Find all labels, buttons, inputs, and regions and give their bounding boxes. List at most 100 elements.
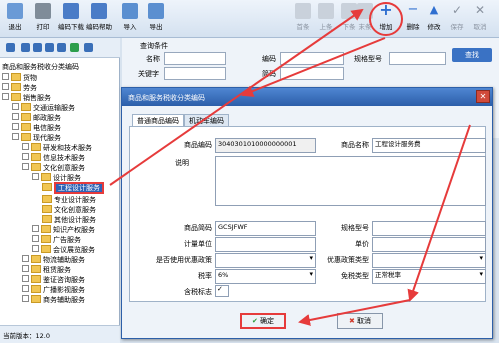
edit-icon: ▲	[429, 3, 439, 16]
save-icon: ✓	[451, 3, 463, 17]
cancel-icon: ✕	[474, 3, 486, 17]
first-icon	[295, 3, 311, 19]
folder-icon	[42, 195, 52, 203]
download-icon	[63, 3, 79, 19]
query-shortcode-input[interactable]	[280, 67, 344, 80]
tree-item-label: 商务辅助服务	[43, 296, 85, 304]
first-label: 首条	[296, 23, 310, 31]
exempt-type-label: 免税类型	[341, 272, 369, 280]
form-area: 商品编码 3040301010000000001 商品名称 工程设计服务费 说明…	[129, 126, 486, 302]
tree-item[interactable]: 电信服务	[12, 123, 61, 133]
tree-item-label: 研发和技术服务	[43, 144, 92, 152]
tree-item[interactable]: 研发和技术服务	[22, 143, 92, 153]
tree-down-icon[interactable]	[57, 43, 66, 52]
exempt-type-select[interactable]: 正常税率	[372, 269, 486, 284]
tree-item[interactable]: 交通运输服务	[12, 103, 75, 113]
spec-label: 规格型号	[341, 224, 369, 232]
preferential-label: 是否使用优惠政策	[156, 256, 212, 264]
tree-item-label: 鉴证咨询服务	[43, 276, 85, 284]
tree-item[interactable]: 鉴证咨询服务	[22, 275, 85, 285]
folder-icon	[31, 143, 41, 151]
preferential-select[interactable]	[215, 253, 316, 268]
spec-field[interactable]	[372, 221, 486, 236]
code-download-label: 编码下载	[58, 23, 84, 31]
check-icon: ✔	[251, 317, 258, 325]
export-button[interactable]: 导出	[143, 3, 169, 31]
cancel-toolbar-label: 取消	[473, 23, 487, 31]
tree-item-label: 租赁服务	[43, 266, 71, 274]
preferential-type-select[interactable]	[372, 253, 486, 268]
code-help-button[interactable]: 编码帮助	[86, 3, 112, 31]
tree-item-label: 工程设计服务	[54, 182, 104, 194]
folder-icon	[31, 265, 41, 273]
tree-item[interactable]: 邮政服务	[12, 113, 61, 123]
print-button[interactable]: 打印	[30, 3, 56, 31]
tree-item[interactable]: 现代服务	[12, 133, 61, 143]
folder-icon	[11, 73, 21, 81]
tree-find-icon[interactable]	[84, 43, 93, 52]
search-button[interactable]: 查找	[452, 48, 492, 62]
exit-button[interactable]: 退出	[2, 3, 28, 31]
folder-icon	[21, 103, 31, 111]
shortcode-field[interactable]: GCSJFWF	[215, 221, 316, 236]
description-field[interactable]	[215, 156, 486, 206]
preferential-type-label: 优惠政策类型	[327, 256, 369, 264]
goods-name-field[interactable]: 工程设计服务费	[372, 138, 486, 153]
tax-rate-select[interactable]: 6%	[215, 269, 316, 284]
cancel-button[interactable]: ✖ 取消	[337, 313, 383, 329]
unit-field[interactable]	[215, 237, 316, 252]
tree-item[interactable]: 广播影视服务	[22, 285, 85, 295]
tree-item[interactable]: 商务辅助服务	[22, 295, 85, 305]
folder-icon	[11, 93, 21, 101]
query-code-input[interactable]	[280, 52, 344, 65]
help-icon	[91, 3, 107, 19]
query-title: 查询条件	[140, 42, 168, 50]
close-icon[interactable]: ✕	[476, 90, 490, 103]
tree-up-icon[interactable]	[45, 43, 54, 52]
tree-item-label: 广播影视服务	[43, 286, 85, 294]
edit-label: 修改	[427, 23, 441, 31]
tree-add-icon[interactable]	[21, 43, 30, 52]
tree-refresh-icon[interactable]	[70, 43, 79, 52]
keyword-label: 关键字	[138, 70, 159, 78]
description-label: 说明	[175, 159, 189, 167]
folder-icon	[42, 183, 52, 191]
tree-item-label: 其他设计服务	[54, 216, 96, 224]
query-name-input[interactable]	[164, 52, 226, 65]
folder-icon	[41, 235, 51, 243]
prev-label: 上条	[319, 23, 333, 31]
tree-menu-icon[interactable]	[6, 43, 15, 52]
tree-item[interactable]: 会议展览服务	[32, 245, 95, 255]
price-field[interactable]	[372, 237, 486, 252]
tree-item[interactable]: 知识产权服务	[32, 225, 95, 235]
delete-label: 删除	[406, 23, 420, 31]
import-button[interactable]: 导入	[117, 3, 143, 31]
tree-item[interactable]: 广告服务	[32, 235, 81, 245]
tree-remove-icon[interactable]	[33, 43, 42, 52]
tree-item-label: 信息技术服务	[43, 154, 85, 162]
cancel-toolbar-button[interactable]: ✕ 取消	[467, 3, 493, 31]
ok-button[interactable]: ✔ 确定	[240, 313, 286, 329]
code-download-button[interactable]: 编码下载	[58, 3, 84, 31]
tree-item[interactable]: 租赁服务	[22, 265, 71, 275]
tree-item[interactable]: 信息技术服务	[22, 153, 85, 163]
tree-item[interactable]: 文化创意服务	[42, 205, 96, 215]
tree-item-label: 销售服务	[23, 94, 51, 102]
query-spec-input[interactable]	[389, 52, 446, 65]
name-label: 名称	[146, 55, 160, 63]
goods-code-field[interactable]: 3040301010000000001	[215, 138, 316, 153]
tree-item[interactable]: 劳务	[2, 83, 37, 93]
prev-icon	[318, 3, 334, 19]
delete-icon: −	[407, 2, 419, 17]
query-keyword-input[interactable]	[164, 67, 226, 80]
tree-item[interactable]: 其他设计服务	[42, 215, 96, 225]
tree-item[interactable]: 货物	[2, 73, 37, 83]
tree-item[interactable]: 物流辅助服务	[22, 255, 85, 265]
tree-item[interactable]: 文化创意服务	[22, 163, 85, 173]
tree-root[interactable]: 商品和服务税收分类编码	[2, 63, 79, 72]
tree-item-label: 文化创意服务	[54, 206, 96, 214]
tree-item[interactable]: 销售服务	[2, 93, 51, 103]
tax-included-checkbox[interactable]: ✓	[215, 285, 229, 297]
tree-item[interactable]: 专业设计服务	[42, 195, 96, 205]
tree-item-selected[interactable]: 工程设计服务	[42, 182, 104, 194]
